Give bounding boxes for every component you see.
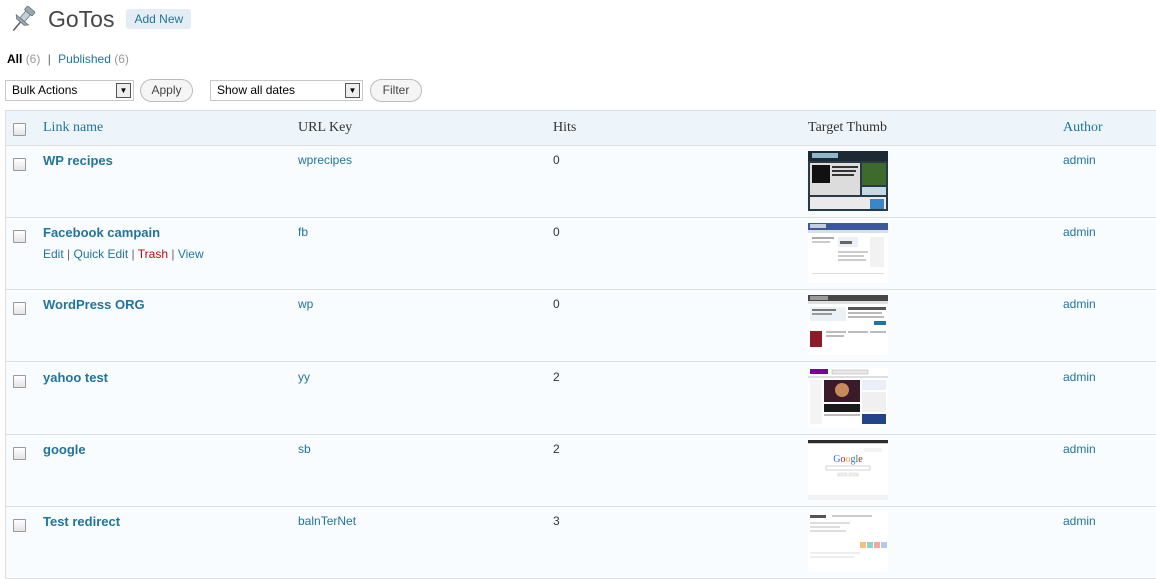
url-key[interactable]: fb: [298, 225, 308, 239]
table-row: WP recipes wprecipes 0 admin: [6, 146, 1156, 218]
table-row: yahoo test yy 2 admin: [6, 363, 1156, 435]
wordpress-thumbnail: [808, 295, 888, 355]
link-name[interactable]: WP recipes: [43, 153, 113, 168]
bulk-actions-value: Bulk Actions: [12, 83, 78, 97]
column-link-name[interactable]: Link name: [43, 120, 103, 136]
trash-link[interactable]: Trash: [138, 247, 168, 261]
author-link[interactable]: admin: [1063, 153, 1096, 167]
filter-published-link[interactable]: Published: [58, 52, 111, 66]
view-link[interactable]: View: [178, 247, 204, 261]
filter-button[interactable]: Filter: [370, 79, 422, 102]
row-actions: Edit | Quick Edit | Trash | View: [43, 247, 204, 261]
select-all-checkbox[interactable]: [13, 123, 26, 136]
action-separator: |: [171, 247, 175, 261]
row-checkbox[interactable]: [13, 230, 26, 243]
redirect-thumbnail: [808, 512, 888, 572]
author-link[interactable]: admin: [1063, 297, 1096, 311]
row-checkbox[interactable]: [13, 519, 26, 532]
filter-all-count: (6): [25, 52, 41, 66]
row-checkbox[interactable]: [13, 447, 26, 460]
column-hits: Hits: [553, 120, 577, 135]
author-link[interactable]: admin: [1063, 370, 1096, 384]
svg-text:Google: Google: [833, 454, 863, 465]
link-name[interactable]: yahoo test: [43, 370, 108, 385]
author-link[interactable]: admin: [1063, 225, 1096, 239]
hits-count: 0: [553, 297, 560, 311]
row-checkbox[interactable]: [13, 375, 26, 388]
table-row: Test redirect balnTerNet 3 admin: [6, 507, 1156, 579]
table-row: Facebook campain Edit | Quick Edit | Tra…: [6, 218, 1156, 290]
hits-count: 0: [553, 153, 560, 167]
author-link[interactable]: admin: [1063, 442, 1096, 456]
pushpin-icon: [12, 5, 36, 31]
url-key[interactable]: wprecipes: [298, 153, 352, 167]
filter-all-link[interactable]: All: [7, 52, 22, 66]
row-checkbox[interactable]: [13, 158, 26, 171]
bulk-actions-select[interactable]: Bulk Actions ▼: [5, 80, 134, 101]
table-row: google sb 2 Google admin: [6, 435, 1156, 507]
column-author[interactable]: Author: [1063, 120, 1103, 136]
page-title: GoTos: [48, 5, 115, 32]
edit-link[interactable]: Edit: [43, 247, 64, 261]
url-key[interactable]: yy: [298, 370, 310, 384]
wprecipes-thumbnail: [808, 151, 888, 211]
filter-published-count: (6): [114, 52, 129, 66]
dates-select[interactable]: Show all dates ▼: [210, 80, 363, 101]
link-name[interactable]: WordPress ORG: [43, 297, 145, 312]
add-new-button[interactable]: Add New: [126, 9, 192, 29]
url-key[interactable]: balnTerNet: [298, 514, 356, 528]
status-filter-links: All (6) | Published (6): [7, 52, 129, 66]
filter-separator: |: [47, 52, 51, 66]
table-row: WordPress ORG wp 0 admin: [6, 290, 1156, 362]
url-key[interactable]: sb: [298, 442, 311, 456]
hits-count: 2: [553, 370, 560, 384]
column-url-key: URL Key: [298, 120, 353, 135]
yahoo-thumbnail: [808, 368, 888, 428]
dropdown-arrow-icon: ▼: [345, 83, 360, 98]
dropdown-arrow-icon: ▼: [116, 83, 131, 98]
column-target-thumb: Target Thumb: [808, 120, 887, 135]
link-name[interactable]: Test redirect: [43, 514, 120, 529]
link-name[interactable]: google: [43, 442, 86, 457]
hits-count: 0: [553, 225, 560, 239]
google-thumbnail: Google: [808, 440, 888, 500]
dates-value: Show all dates: [217, 83, 296, 97]
page-header: GoTos Add New: [6, 2, 192, 36]
quick-edit-link[interactable]: Quick Edit: [74, 247, 129, 261]
hits-count: 2: [553, 442, 560, 456]
action-separator: |: [131, 247, 135, 261]
facebook-thumbnail: [808, 223, 888, 283]
row-checkbox[interactable]: [13, 302, 26, 315]
author-link[interactable]: admin: [1063, 514, 1096, 528]
link-name[interactable]: Facebook campain: [43, 225, 160, 240]
apply-button[interactable]: Apply: [140, 79, 193, 102]
gotos-table: Link name URL Key Hits Target Thumb Auth…: [5, 110, 1156, 579]
action-separator: |: [67, 247, 71, 261]
url-key[interactable]: wp: [298, 297, 313, 311]
hits-count: 3: [553, 514, 560, 528]
table-header: Link name URL Key Hits Target Thumb Auth…: [6, 111, 1156, 146]
